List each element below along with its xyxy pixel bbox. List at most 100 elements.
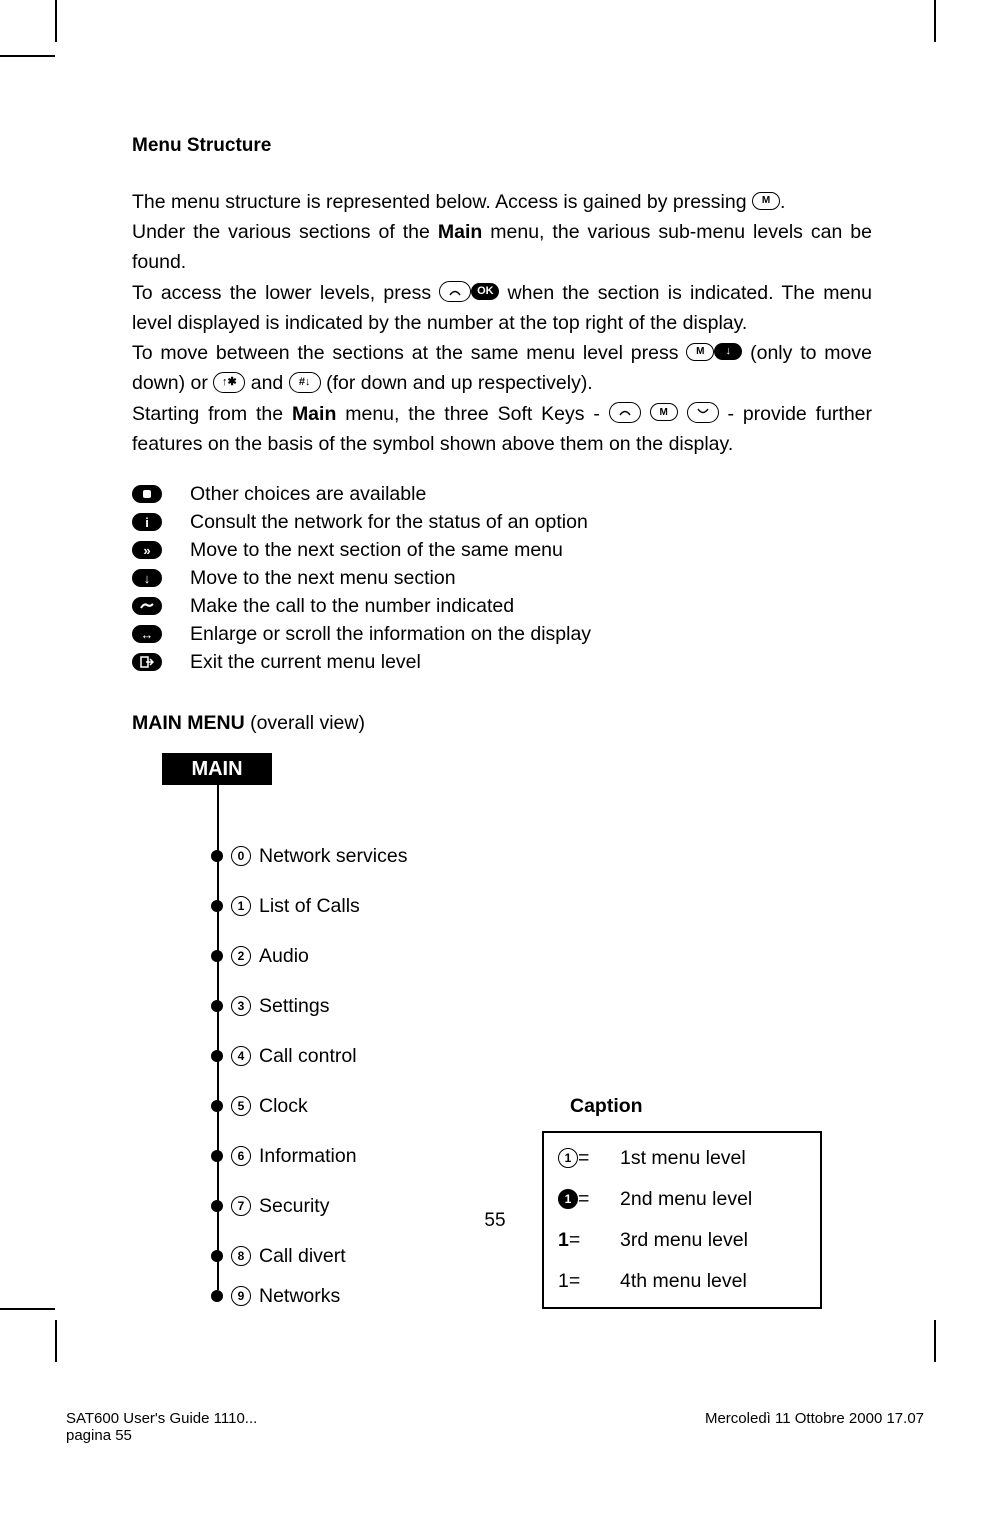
level2-symbol-icon: 1 (558, 1189, 578, 1209)
paragraph: Starting from the Main menu, the three S… (132, 399, 872, 459)
m-key-icon: M (752, 192, 780, 210)
text: To move between the sections at the same… (132, 342, 686, 364)
other-choices-icon (132, 485, 162, 503)
menu-label: Call divert (259, 1245, 346, 1268)
menu-number-icon: 6 (231, 1146, 251, 1166)
text-bold: Main (438, 221, 482, 243)
softkey-right-icon (687, 402, 719, 423)
caption-title: Caption (570, 1095, 643, 1118)
menu-number-icon: 4 (231, 1046, 251, 1066)
menu-item: 2 Audio (217, 945, 309, 968)
bullet-icon (211, 950, 223, 962)
footer-text: pagina 55 (66, 1427, 257, 1444)
scroll-icon: ↔ (132, 625, 162, 643)
crop-mark (934, 1320, 936, 1362)
info-icon: i (132, 513, 162, 531)
menu-item: 8 Call divert (217, 1245, 346, 1268)
crop-mark (55, 0, 57, 42)
menu-number-icon: 3 (231, 996, 251, 1016)
text: Starting from the (132, 403, 292, 425)
menu-label: Networks (259, 1285, 340, 1308)
icon-legend: Other choices are available i Consult th… (132, 483, 872, 674)
menu-item: 9 Networks (217, 1285, 340, 1308)
caption-desc: 4th menu level (620, 1270, 747, 1293)
legend-text: Exit the current menu level (190, 651, 421, 674)
legend-row: Exit the current menu level (132, 651, 872, 674)
paragraph: To access the lower levels, press OK whe… (132, 278, 872, 338)
text: (overall view) (245, 712, 365, 734)
exit-icon (132, 653, 162, 671)
legend-row: ↓ Move to the next menu section (132, 567, 872, 590)
text: (for down and up respectively). (326, 372, 593, 394)
main-box: MAIN (162, 753, 272, 785)
menu-item: 1 List of Calls (217, 895, 360, 918)
legend-text: Consult the network for the status of an… (190, 511, 588, 534)
page-title: Menu Structure (132, 135, 872, 157)
legend-text: Enlarge or scroll the information on the… (190, 623, 591, 646)
bullet-icon (211, 1150, 223, 1162)
down-pill-icon: ↓ (714, 343, 742, 360)
menu-number-icon: 2 (231, 946, 251, 966)
legend-row: » Move to the next section of the same m… (132, 539, 872, 562)
paragraph: Under the various sections of the Main m… (132, 217, 872, 277)
text: . (780, 191, 785, 213)
menu-label: List of Calls (259, 895, 360, 918)
menu-item: 4 Call control (217, 1045, 357, 1068)
caption-row: 1 = 2nd menu level (558, 1188, 806, 1211)
down-icon: ↓ (132, 569, 162, 587)
caption-desc: 1st menu level (620, 1147, 746, 1170)
call-icon (132, 597, 162, 615)
menu-label: Settings (259, 995, 329, 1018)
bullet-icon (211, 1290, 223, 1302)
next-section-icon: » (132, 541, 162, 559)
crop-mark (934, 0, 936, 42)
menu-number-icon: 9 (231, 1286, 251, 1306)
caption-row: 1 = 1st menu level (558, 1147, 806, 1170)
star-key-icon: ↑✱ (213, 372, 245, 393)
paragraph: To move between the sections at the same… (132, 338, 872, 398)
level4-symbol: 1 (558, 1270, 569, 1293)
caption-desc: 2nd menu level (620, 1188, 752, 1211)
menu-label: Network services (259, 845, 407, 868)
text: and (251, 372, 289, 394)
crop-mark (55, 1320, 57, 1362)
legend-text: Other choices are available (190, 483, 426, 506)
m-key-icon: M (686, 343, 714, 361)
text: The menu structure is represented below.… (132, 191, 752, 213)
legend-row: Make the call to the number indicated (132, 595, 872, 618)
caption-desc: 3rd menu level (620, 1229, 748, 1252)
bullet-icon (211, 1250, 223, 1262)
eq: = (578, 1188, 589, 1211)
text: Under the various sections of the (132, 221, 438, 243)
ok-pill-icon: OK (471, 283, 499, 300)
legend-text: Move to the next section of the same men… (190, 539, 563, 562)
level3-symbol: 1 (558, 1229, 569, 1252)
crop-mark (0, 1308, 55, 1310)
menu-number-icon: 1 (231, 896, 251, 916)
bullet-icon (211, 1000, 223, 1012)
text: menu, the three Soft Keys - (336, 403, 608, 425)
legend-text: Make the call to the number indicated (190, 595, 514, 618)
menu-item: 5 Clock (217, 1095, 308, 1118)
hash-key-icon: #↓ (289, 372, 321, 393)
footer-text: SAT600 User's Guide 1110... (66, 1410, 257, 1427)
menu-number-icon: 8 (231, 1246, 251, 1266)
eq: = (569, 1270, 580, 1293)
menu-label: Information (259, 1145, 357, 1168)
menu-item: 6 Information (217, 1145, 357, 1168)
bullet-icon (211, 1050, 223, 1062)
menu-label: Call control (259, 1045, 357, 1068)
m-key-icon: M (650, 403, 678, 421)
softkey-left-icon (439, 281, 471, 302)
bullet-icon (211, 1100, 223, 1112)
caption-row: 1 = 3rd menu level (558, 1229, 806, 1252)
eq: = (578, 1147, 589, 1170)
level1-symbol-icon: 1 (558, 1148, 578, 1168)
footer-right: Mercoledì 11 Ottobre 2000 17.07 (705, 1410, 924, 1427)
menu-label: Audio (259, 945, 309, 968)
caption-row: 1 = 4th menu level (558, 1270, 806, 1293)
legend-row: ↔ Enlarge or scroll the information on t… (132, 623, 872, 646)
footer-left: SAT600 User's Guide 1110... pagina 55 (66, 1410, 257, 1444)
text-bold: Main (292, 403, 336, 425)
legend-row: i Consult the network for the status of … (132, 511, 872, 534)
